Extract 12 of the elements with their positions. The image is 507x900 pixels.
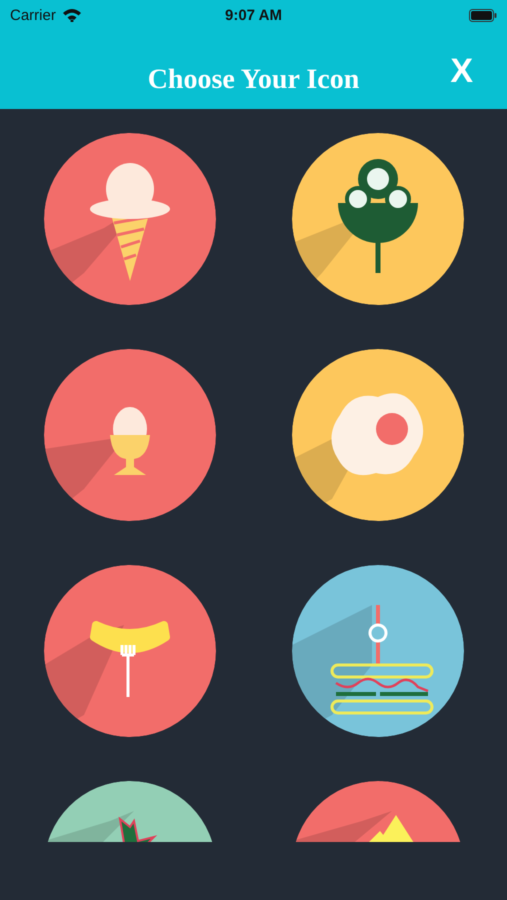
wifi-icon <box>62 8 82 22</box>
screen-title: Choose Your Icon <box>148 64 360 96</box>
clock-time: 9:07 AM <box>224 6 283 24</box>
fried-egg-icon[interactable] <box>292 349 464 521</box>
egg-cup-icon[interactable] <box>44 349 216 521</box>
carrier-label: Carrier <box>10 6 56 24</box>
close-button[interactable]: X <box>446 52 477 91</box>
battery-icon <box>468 8 497 22</box>
plant-icon[interactable] <box>292 133 464 305</box>
ice-cream-icon[interactable] <box>44 133 216 305</box>
sandwich-icon[interactable] <box>292 565 464 737</box>
sausage-icon[interactable] <box>44 565 216 737</box>
